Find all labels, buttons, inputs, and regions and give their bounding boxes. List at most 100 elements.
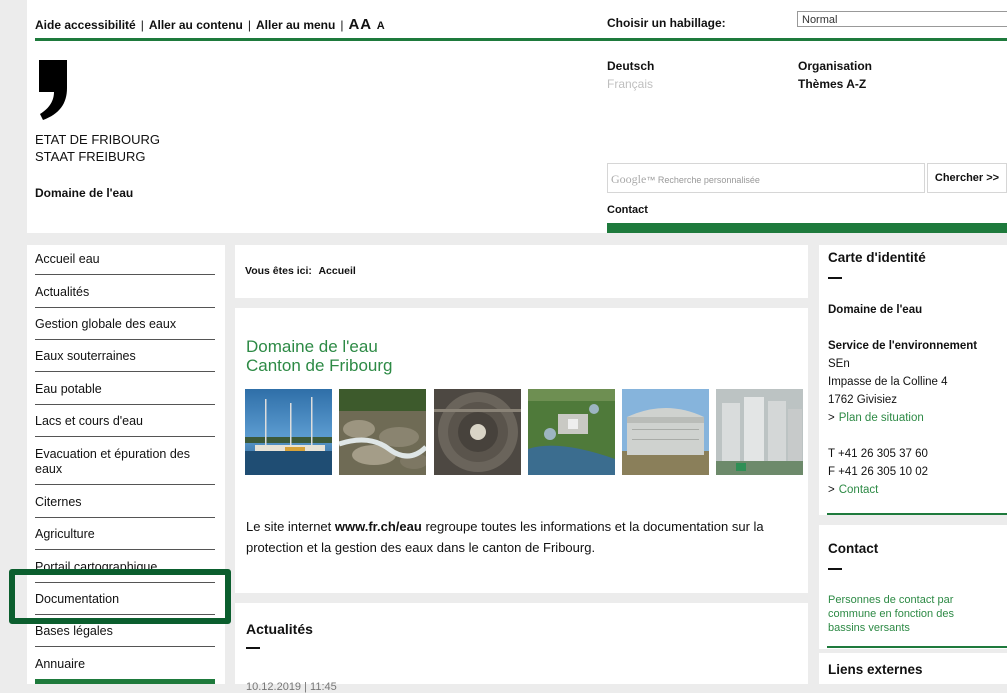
sidebar-item-annuaire[interactable]: Annuaire (35, 657, 215, 677)
sidebar-item-eaux-souterraines[interactable]: Eaux souterraines (35, 349, 215, 372)
breadcrumb-label: Vous êtes ici: (245, 265, 312, 277)
heading-dash (828, 568, 842, 570)
sidebar-item-label: Gestion globale des eaux (35, 317, 177, 331)
news-date: 10.12.2019 | 11:45 (246, 681, 337, 693)
sidebar-item-label: Documentation (35, 592, 120, 606)
breadcrumb: Vous êtes ici: Accueil (245, 265, 356, 277)
search-button[interactable]: Chercher >> (927, 163, 1007, 193)
map-link[interactable]: > Plan de situation (828, 412, 924, 424)
sidebar-item-accueil-eau[interactable]: Accueil eau (35, 252, 215, 275)
breadcrumb-current[interactable]: Accueil (318, 265, 355, 277)
sidebar-item-label: Actualités (35, 285, 90, 299)
language-francais: Français (607, 77, 654, 91)
search-input[interactable]: Google™ Recherche personnalisée (607, 163, 925, 193)
page-title-line1: Domaine de l'eau (246, 337, 378, 356)
sidebar-item-citernes[interactable]: Citernes (35, 495, 215, 518)
contact-persons-link[interactable]: Personnes de contact par commune en fonc… (828, 593, 978, 635)
news-panel: Actualités 10.12.2019 | 11:45 (235, 603, 808, 693)
photo-strip (245, 389, 808, 475)
contact-divider (827, 646, 1007, 648)
intro-site-link[interactable]: www.fr.ch/eau (335, 519, 422, 534)
photo-tunnel (434, 389, 521, 475)
sidebar-item-eau-potable[interactable]: Eau potable (35, 382, 215, 405)
sidebar-item-lacs-cours-eau[interactable]: Lacs et cours d'eau (35, 414, 215, 437)
domain-title: Domaine de l'eau (35, 186, 134, 200)
accessibility-help-link[interactable]: Aide accessibilité (35, 18, 136, 32)
chevron-right-icon: > (828, 484, 835, 496)
search-placeholder-text: Recherche personnalisée (657, 175, 760, 185)
chevron-right-icon: > (828, 412, 835, 424)
intro-site-link-text: www.fr.ch/eau (334, 519, 422, 534)
state-name-de: STAAT FREIBURG (35, 149, 146, 164)
header-green-bar (607, 223, 1007, 233)
identity-domain: Domaine de l'eau (828, 304, 923, 316)
identity-address: Service de l'environnement SEn Impasse d… (828, 337, 977, 427)
identity-contact-link[interactable]: > Contact (828, 484, 878, 496)
identity-card: Carte d'identité Domaine de l'eau Servic… (819, 245, 1007, 515)
sidebar-item-label: Citernes (35, 495, 82, 509)
sidebar-item-label: Lacs et cours d'eau (35, 414, 144, 428)
identity-divider (827, 513, 1007, 515)
identity-contact-label: Contact (838, 484, 879, 496)
font-size-small[interactable]: A (377, 20, 386, 32)
external-links-heading: Liens externes (828, 662, 923, 677)
sidebar-item-label: Evacuation et épuration des eaux (35, 447, 190, 476)
identity-city: 1762 Givisiez (828, 394, 898, 406)
sidebar-item-label: Bases légales (35, 624, 113, 638)
sidebar-item-bases-legales[interactable]: Bases légales (35, 624, 215, 647)
nav-themes-az[interactable]: Thèmes A-Z (798, 77, 866, 91)
accessibility-links: Aide accessibilité | Aller au contenu | Alle… (35, 16, 386, 33)
contact-panel: Contact Personnes de contact par commune… (819, 525, 1007, 649)
sidebar-item-evacuation-epuration[interactable]: Evacuation et épuration des eaux (35, 447, 215, 485)
sidebar-green-bar (35, 679, 215, 684)
fribourg-logo-icon[interactable] (37, 58, 69, 122)
identity-street: Impasse de la Colline 4 (828, 376, 948, 388)
font-size-large[interactable]: AA (348, 16, 371, 33)
sidebar-menu: Accueil eau Actualités Gestion globale d… (27, 245, 225, 684)
site-header: Aide accessibilité | Aller au contenu | Alle… (27, 0, 1007, 233)
external-links-panel: Liens externes (819, 653, 1007, 684)
contact-heading: Contact (828, 541, 879, 556)
sidebar-item-label: Portail cartographique (35, 560, 158, 574)
language-deutsch[interactable]: Deutsch (607, 59, 654, 73)
identity-phones: T +41 26 305 37 60 F +41 26 305 10 02 > C… (828, 445, 928, 499)
photo-treatment-plant (528, 389, 615, 475)
news-heading: Actualités (246, 621, 313, 637)
separator: | (340, 18, 344, 32)
map-link-label: Plan de situation (838, 412, 924, 424)
separator: | (140, 18, 144, 32)
intro-text-before: Le site internet (246, 519, 335, 534)
sidebar-item-label: Annuaire (35, 657, 86, 671)
sidebar-item-portail-cartographique[interactable]: Portail cartographique (35, 560, 215, 583)
skin-select[interactable]: Normal ⌄ (797, 11, 1007, 27)
google-brand: Google (611, 172, 647, 186)
font-size-controls[interactable]: AA A (348, 16, 385, 33)
state-name: ETAT DE FRIBOURG STAAT FREIBURG (35, 131, 160, 165)
header-divider (35, 38, 1007, 41)
header-contact-link[interactable]: Contact (607, 204, 648, 216)
main-content: Domaine de l'eau Canton de Fribourg Le s… (235, 308, 808, 593)
sidebar-item-actualites[interactable]: Actualités (35, 285, 215, 308)
heading-dash (828, 277, 842, 279)
separator: | (247, 18, 251, 32)
identity-abbr: SEn (828, 358, 850, 370)
sidebar-item-gestion-globale[interactable]: Gestion globale des eaux (35, 317, 215, 340)
sidebar-item-documentation[interactable]: Documentation (35, 592, 215, 615)
skin-label: Choisir un habillage: (607, 16, 726, 30)
identity-phone: T +41 26 305 37 60 (828, 448, 928, 460)
identity-service: Service de l'environnement (828, 340, 978, 352)
page-title: Domaine de l'eau Canton de Fribourg (246, 337, 392, 375)
heading-dash (246, 647, 260, 649)
nav-organisation[interactable]: Organisation (798, 59, 872, 73)
sidebar-item-label: Accueil eau (35, 252, 100, 266)
sidebar-item-agriculture[interactable]: Agriculture (35, 527, 215, 550)
state-name-fr: ETAT DE FRIBOURG (35, 132, 160, 147)
skip-to-menu-link[interactable]: Aller au menu (256, 18, 335, 32)
skip-to-content-link[interactable]: Aller au contenu (149, 18, 243, 32)
breadcrumb-panel: Vous êtes ici: Accueil (235, 245, 808, 298)
photo-stream (339, 389, 426, 475)
sidebar-item-label: Eau potable (35, 382, 102, 396)
skin-selected-value: Normal (802, 14, 838, 26)
photo-lake-harbour (245, 389, 332, 475)
page-title-line2: Canton de Fribourg (246, 356, 393, 375)
